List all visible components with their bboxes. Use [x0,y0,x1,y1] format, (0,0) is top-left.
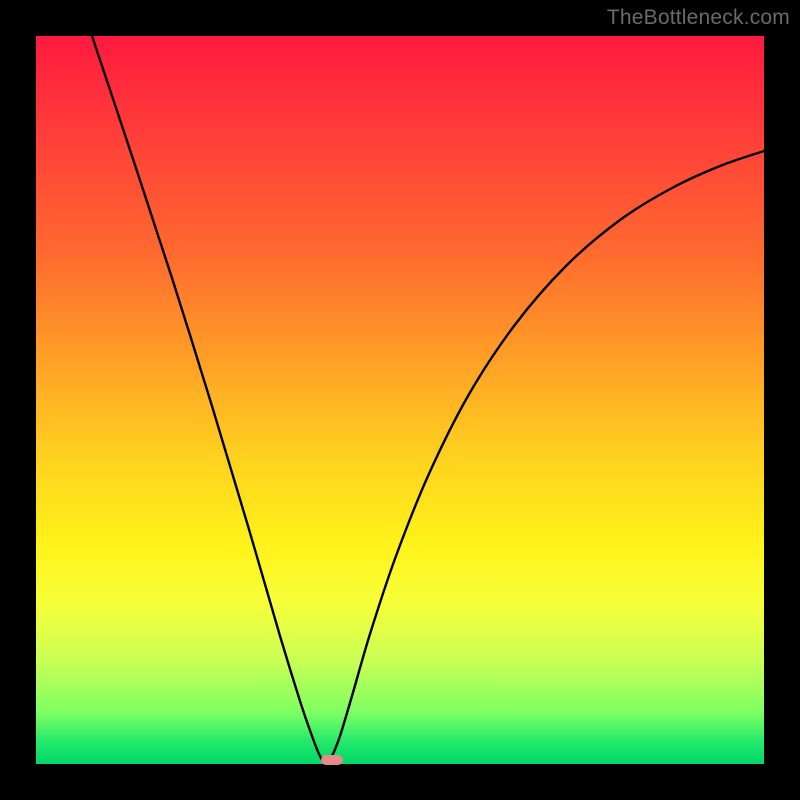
bottleneck-curve [36,36,764,764]
optimal-point-marker [321,755,343,765]
chart-plot-area [36,36,764,764]
watermark-text: TheBottleneck.com [607,6,790,30]
chart-frame: TheBottleneck.com [0,0,800,800]
